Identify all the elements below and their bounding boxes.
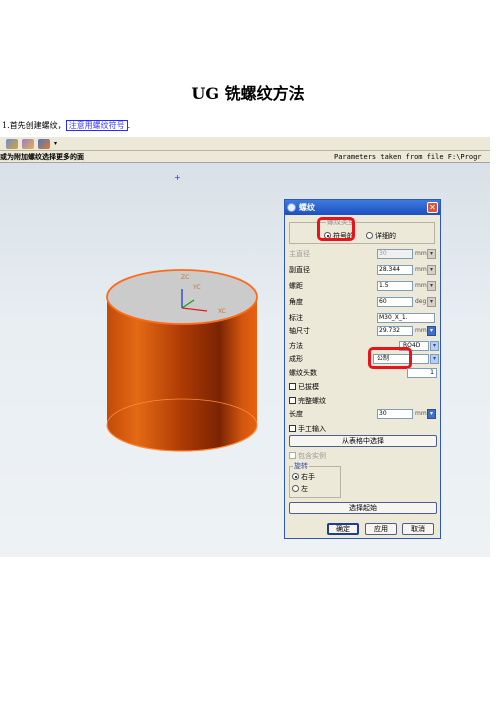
document-title: UG 铣螺纹方法 [191, 84, 305, 103]
axis-label-yc: YC [192, 284, 201, 291]
minor-diameter-field[interactable]: 28.344 [377, 265, 413, 275]
app-icon [287, 203, 296, 212]
axis-label-zc: ZC [181, 274, 189, 281]
length-unit: mm [415, 410, 427, 417]
step-highlight: 注意用螺纹符号 [65, 120, 128, 131]
row-pitch: 螺距 1.5 mm ▾ [289, 280, 439, 292]
apply-button[interactable]: 应用 [365, 523, 397, 535]
row-major-diameter: 主直径 30 mm ▾ [289, 248, 439, 260]
angle-label: 角度 [289, 298, 303, 306]
pitch-label: 螺距 [289, 282, 303, 290]
shaft-size-unit: mm [415, 327, 427, 334]
row-callout: 标注 M30_X_1. [289, 312, 439, 324]
rotation-label: 旋转 [293, 461, 309, 471]
row-full-thread[interactable]: 完整螺纹 [289, 395, 439, 407]
axis-label-xc: XC [218, 308, 226, 315]
major-diameter-spin-icon[interactable]: ▾ [427, 249, 436, 259]
thread-dialog: 螺纹 ✕ 螺纹类型 符号的 详细的 主直径 30 mm ▾ 副直径 28.344… [284, 199, 441, 539]
major-diameter-unit: mm [415, 250, 427, 257]
radio-right-hand-label: 右手 [301, 473, 315, 481]
rotation-group: 旋转 右手 左 [289, 461, 341, 498]
tapered-checkbox[interactable] [289, 383, 296, 390]
callout-field[interactable]: M30_X_1. [377, 313, 435, 323]
length-label: 长度 [289, 410, 303, 418]
starts-label: 螺纹头数 [289, 369, 317, 377]
major-diameter-field[interactable]: 30 [377, 249, 413, 259]
radio-detailed[interactable]: 详细的 [366, 231, 396, 241]
step-suffix: . [127, 121, 131, 130]
step-prefix: 1.首先创建螺纹， [2, 121, 66, 130]
cad-screenshot: ▾ 或为附加螺纹选择更多的面 Parameters taken from fil… [0, 137, 490, 557]
choose-from-table-button[interactable]: 从表格中选择 [289, 435, 437, 447]
row-include-instances[interactable]: 包含实例 [289, 450, 439, 462]
radio-detailed-label: 详细的 [375, 232, 396, 240]
ok-button[interactable]: 确定 [327, 523, 359, 535]
shaft-size-field[interactable]: 29.732 [377, 326, 413, 336]
callout-label: 标注 [289, 314, 303, 322]
dialog-titlebar[interactable]: 螺纹 ✕ [285, 200, 440, 215]
include-instances-checkbox[interactable] [289, 452, 296, 459]
shaft-size-label: 轴尺寸 [289, 327, 310, 335]
pitch-field[interactable]: 1.5 [377, 281, 413, 291]
radio-right-hand[interactable]: 右手 [292, 472, 315, 482]
manual-input-checkbox[interactable] [289, 425, 296, 432]
thread-type-group: 螺纹类型 符号的 详细的 [289, 217, 435, 244]
minor-diameter-label: 副直径 [289, 266, 310, 274]
shaft-size-spin-icon[interactable]: ▾ [427, 326, 436, 336]
radio-left-hand-label: 左 [301, 485, 308, 493]
manual-input-label: 手工输入 [298, 425, 326, 433]
row-method: 方法 RO4D ▾ [289, 340, 439, 352]
close-icon[interactable]: ✕ [427, 202, 438, 213]
angle-field[interactable]: 60 [377, 297, 413, 307]
method-chevron-down-icon[interactable]: ▾ [430, 341, 439, 351]
radio-left-hand[interactable]: 左 [292, 484, 308, 494]
tapered-label: 已拔模 [298, 383, 319, 391]
minor-diameter-unit: mm [415, 266, 427, 273]
major-diameter-label: 主直径 [289, 250, 310, 258]
method-label: 方法 [289, 342, 303, 350]
full-thread-label: 完整螺纹 [298, 397, 326, 405]
starts-field[interactable]: 1 [407, 368, 437, 378]
red-highlight-form [368, 347, 412, 369]
row-shaft-size: 轴尺寸 29.732 mm ▾ [289, 325, 439, 337]
minor-diameter-spin-icon[interactable]: ▾ [427, 265, 436, 275]
form-label: 成形 [289, 355, 303, 363]
length-field[interactable]: 30 [377, 409, 413, 419]
row-length: 长度 30 mm ▾ [289, 408, 439, 420]
row-tapered[interactable]: 已拔模 [289, 381, 439, 393]
cancel-button[interactable]: 取消 [402, 523, 434, 535]
row-manual-input[interactable]: 手工输入 [289, 423, 439, 435]
row-form: 成形 公制 ▾ [289, 353, 439, 365]
red-highlight-type [317, 217, 355, 241]
pitch-spin-icon[interactable]: ▾ [427, 281, 436, 291]
row-angle: 角度 60 deg ▾ [289, 296, 439, 308]
select-start-button[interactable]: 选择起始 [289, 502, 437, 514]
dialog-title: 螺纹 [299, 203, 315, 212]
include-instances-label: 包含实例 [298, 452, 326, 460]
angle-unit: deg [415, 298, 427, 305]
row-starts: 螺纹头数 1 [289, 367, 439, 379]
pitch-unit: mm [415, 282, 427, 289]
full-thread-checkbox[interactable] [289, 397, 296, 404]
row-minor-diameter: 副直径 28.344 mm ▾ [289, 264, 439, 276]
angle-spin-icon[interactable]: ▾ [427, 297, 436, 307]
form-chevron-down-icon[interactable]: ▾ [430, 354, 439, 364]
step-instruction: 1.首先创建螺纹， 注意用螺纹符号. [2, 120, 130, 131]
length-spin-icon[interactable]: ▾ [427, 409, 436, 419]
